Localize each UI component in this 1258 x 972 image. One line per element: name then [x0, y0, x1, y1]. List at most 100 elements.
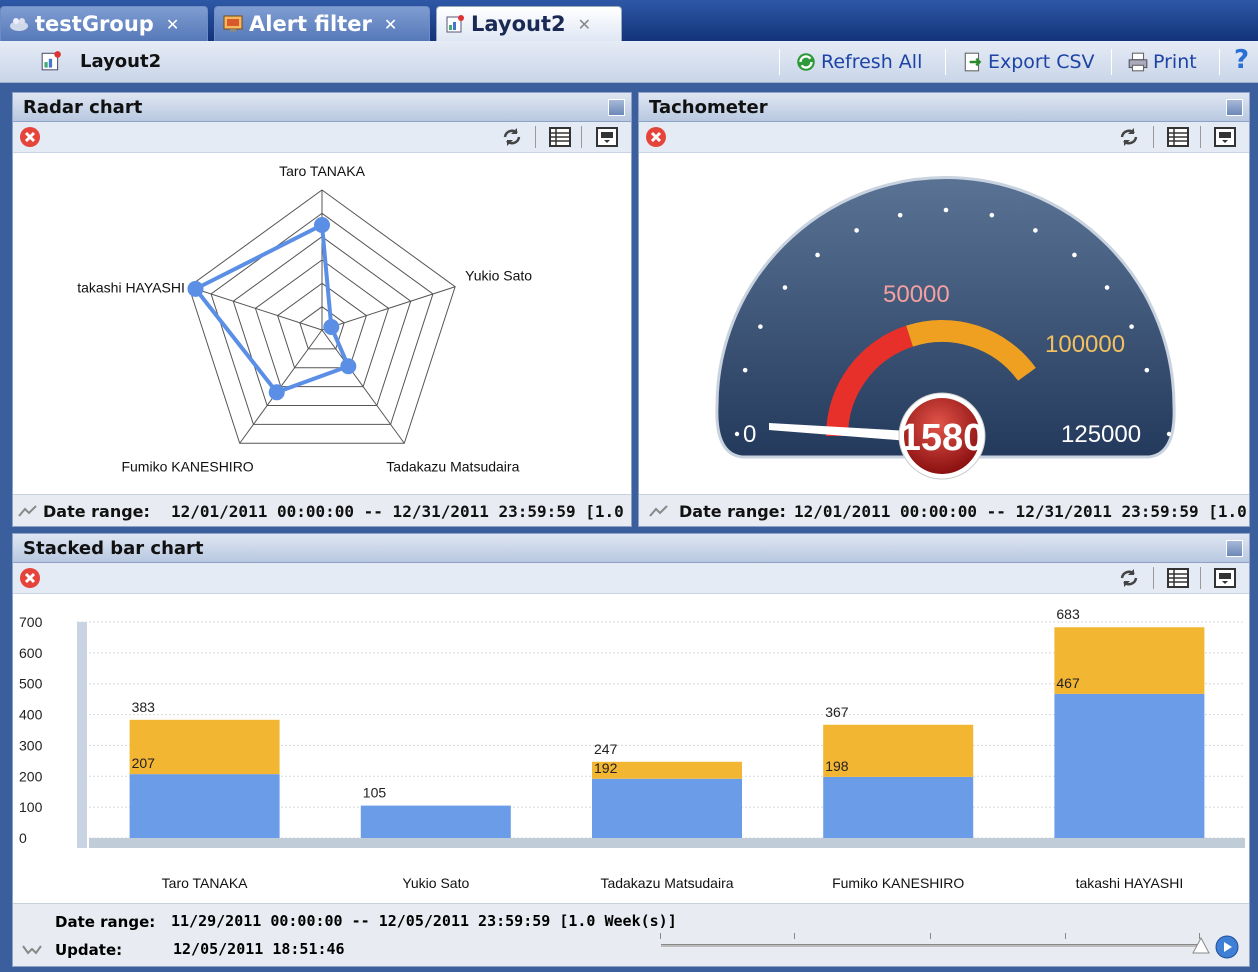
- bar-total-label: 247: [594, 741, 618, 757]
- radar-point: [187, 280, 204, 297]
- date-range-label: Date range:: [679, 502, 786, 521]
- close-icon[interactable]: [645, 126, 667, 148]
- close-icon[interactable]: [19, 567, 41, 589]
- monitor-icon: [223, 15, 243, 32]
- export-csv-button[interactable]: Export CSV: [962, 50, 1095, 74]
- page-title: Layout2: [80, 51, 162, 72]
- gauge-tick: [854, 228, 859, 233]
- bar-segment: [592, 778, 742, 838]
- tachometer-panel: Tachometer 50000 100000 0 125000 1580 Da…: [638, 92, 1250, 527]
- toolbar: Layout2 Refresh All Export CSV Print ?: [0, 41, 1258, 83]
- gauge-tick: [1144, 367, 1150, 373]
- radar-panel-title: Radar chart: [13, 93, 631, 122]
- x-category-label: takashi HAYASHI: [1076, 875, 1184, 891]
- radar-spoke: [321, 286, 456, 331]
- tab-label: testGroup: [35, 12, 154, 36]
- update-value: 12/05/2011 18:51:46: [173, 940, 345, 958]
- collapse-chevron-icon[interactable]: [21, 944, 43, 956]
- date-range-label: Date range:: [55, 913, 156, 931]
- bar-total-label: 105: [363, 785, 387, 801]
- refresh-icon[interactable]: [1117, 567, 1141, 589]
- maximize-icon[interactable]: [608, 99, 625, 116]
- gauge-tick: [943, 207, 949, 213]
- close-icon[interactable]: ✕: [578, 15, 591, 34]
- radar-chart: Taro TANAKA Yukio Sato Tadakazu Matsudaira…: [77, 163, 532, 474]
- export-csv-label: Export CSV: [988, 51, 1095, 73]
- table-icon[interactable]: [1166, 567, 1190, 589]
- gauge-tick: [782, 285, 788, 290]
- x-category-label: Tadakazu Matsudaira: [600, 875, 733, 891]
- chart-line-icon: [649, 505, 668, 517]
- chart-line-icon: [18, 505, 37, 517]
- tab-testgroup[interactable]: testGroup ✕: [0, 6, 208, 41]
- gauge-tick: [742, 367, 748, 373]
- stacked-bar-panel-title: Stacked bar chart: [13, 534, 1249, 563]
- x-category-label: Fumiko KANESHIRO: [832, 875, 964, 891]
- refresh-icon[interactable]: [1117, 126, 1141, 148]
- y-tick-label: 500: [19, 676, 43, 692]
- refresh-icon[interactable]: [500, 126, 524, 148]
- y-tick-label: 200: [19, 768, 43, 784]
- bar-segment: [360, 805, 511, 838]
- radar-footer: Date range: 12/01/2011 00:00:00 -- 12/31…: [13, 494, 631, 526]
- gauge-label-high: 100000: [1045, 331, 1125, 358]
- gauge-tick: [1033, 228, 1038, 233]
- stacked-footer: Date range: 11/29/2011 00:00:00 -- 12/05…: [13, 903, 1249, 966]
- maximize-icon[interactable]: [1226, 540, 1243, 557]
- maximize-icon[interactable]: [1226, 99, 1243, 116]
- refresh-icon: [797, 53, 815, 71]
- slider-handle[interactable]: [1192, 937, 1210, 955]
- close-icon[interactable]: [19, 126, 41, 148]
- y-tick-label: 400: [19, 707, 43, 723]
- bar-total-label: 683: [1056, 606, 1080, 622]
- tab-layout2[interactable]: Layout2 ✕: [436, 6, 622, 41]
- settings-panel-icon[interactable]: [1213, 126, 1237, 148]
- settings-panel-icon[interactable]: [1213, 567, 1237, 589]
- bar-segment: [129, 774, 280, 838]
- y-tick-label: 300: [19, 737, 43, 753]
- tachometer-gauge: 50000 100000 0 125000 1580: [715, 176, 1176, 480]
- update-label: Update:: [55, 941, 123, 959]
- table-icon[interactable]: [548, 126, 572, 148]
- y-axis-wall: [77, 622, 87, 848]
- stacked-bar-panel: Stacked bar chart 0 100 200 300 400 500 600 700…: [12, 533, 1250, 967]
- print-button[interactable]: Print: [1127, 50, 1197, 74]
- tab-alert-filter[interactable]: Alert filter ✕: [214, 6, 430, 41]
- gauge-tick: [1129, 324, 1134, 329]
- bar-total-label: 367: [825, 704, 849, 720]
- settings-panel-icon[interactable]: [595, 126, 619, 148]
- close-icon[interactable]: ✕: [384, 15, 397, 34]
- gauge-value: 1580: [900, 417, 985, 459]
- bar-segment: [823, 776, 974, 838]
- bar-total-label: 383: [132, 699, 156, 715]
- radar-panel-toolbar: [13, 122, 631, 153]
- bar-base-label: 192: [594, 760, 618, 776]
- date-range-value: 12/01/2011 00:00:00 -- 12/31/2011 23:59:…: [794, 502, 1247, 521]
- print-label: Print: [1153, 51, 1197, 73]
- update-slider-track[interactable]: [661, 944, 1201, 947]
- gauge-tick: [989, 212, 995, 218]
- gauge-tick: [897, 212, 903, 218]
- layout-icon: [41, 51, 61, 71]
- gauge-tick: [815, 252, 820, 258]
- group-icon: [10, 18, 28, 31]
- date-range-label: Date range:: [43, 502, 150, 521]
- bar-base-label: 207: [132, 755, 156, 771]
- bar-segment: [1054, 693, 1205, 838]
- table-icon[interactable]: [1166, 126, 1190, 148]
- tachometer-footer: Date range: 12/01/2011 00:00:00 -- 12/31…: [639, 494, 1249, 526]
- tab-label: Layout2: [471, 12, 566, 36]
- radar-axis-label: Yukio Sato: [465, 268, 532, 284]
- gauge-label-min: 0: [743, 421, 756, 448]
- gauge-tick: [1072, 252, 1077, 258]
- close-icon[interactable]: ✕: [166, 15, 179, 34]
- radar-point: [340, 358, 357, 375]
- help-icon[interactable]: ?: [1234, 45, 1249, 75]
- play-icon[interactable]: [1215, 935, 1239, 959]
- radar-point: [323, 318, 340, 335]
- gauge-tick: [758, 324, 763, 329]
- export-icon: [964, 52, 982, 72]
- refresh-all-button[interactable]: Refresh All: [795, 50, 922, 74]
- layout-icon: [446, 15, 464, 33]
- radar-panel: Radar chart Taro TANAKA Yukio Sato Tadakaz…: [12, 92, 632, 527]
